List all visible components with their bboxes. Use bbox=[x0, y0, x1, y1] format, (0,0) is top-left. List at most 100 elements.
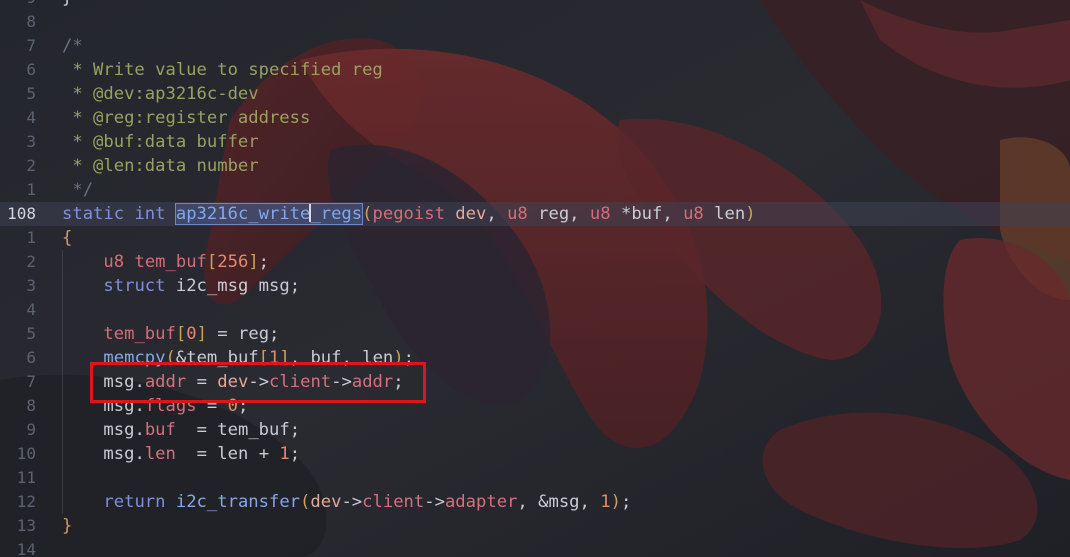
code-line[interactable]: 6 * Write value to specified reg bbox=[0, 58, 1070, 82]
line-number: 11 bbox=[16, 468, 36, 487]
comment-text: * Write value to specified reg bbox=[62, 60, 383, 80]
code-line[interactable]: 4 bbox=[0, 298, 1070, 322]
line-number: 8 bbox=[26, 12, 36, 31]
punctuation-token: . bbox=[134, 420, 145, 440]
punctuation-token: ) bbox=[745, 204, 756, 224]
identifier-token: msg bbox=[103, 396, 135, 416]
type-token: u8 bbox=[589, 204, 611, 224]
code-line[interactable]: 14 bbox=[0, 538, 1070, 557]
punctuation-token: ] bbox=[248, 252, 259, 272]
identifier-token: buf bbox=[310, 348, 342, 368]
identifier-token: msg bbox=[103, 372, 135, 392]
line-number: 2 bbox=[26, 156, 36, 175]
punctuation-token: + bbox=[258, 444, 270, 464]
identifier-token: tem_buf bbox=[186, 348, 259, 368]
comment-text: * @len:data number bbox=[62, 156, 259, 176]
comment-close: */ bbox=[62, 180, 94, 200]
text-cursor bbox=[309, 204, 312, 222]
code-text: } bbox=[62, 0, 72, 10]
operator-token: -> bbox=[424, 492, 445, 512]
identifier-token: i2c_msg bbox=[175, 276, 249, 296]
line-number: 7 bbox=[26, 372, 36, 391]
code-text: msg.addr = dev->client->addr; bbox=[62, 370, 403, 394]
field-token: client bbox=[269, 372, 332, 392]
keyword-token: struct bbox=[103, 276, 166, 296]
code-line[interactable]: 13 } bbox=[0, 514, 1070, 538]
close-brace: } bbox=[62, 516, 73, 536]
punctuation-token: ( bbox=[362, 204, 373, 224]
line-number: 13 bbox=[16, 516, 36, 535]
code-line[interactable]: 12 return i2c_transfer(dev->client->adap… bbox=[0, 490, 1070, 514]
code-text: msg.len = len + 1; bbox=[62, 442, 300, 466]
identifier-token: reg bbox=[538, 204, 570, 224]
code-editor[interactable]: 9 } 8 7 /* 6 * Write value to specified … bbox=[0, 0, 1070, 557]
code-line[interactable]: 3 * @buf:data buffer bbox=[0, 130, 1070, 154]
line-number: 6 bbox=[26, 60, 36, 79]
code-line[interactable]: 4 * @reg:register address bbox=[0, 106, 1070, 130]
field-token: adapter bbox=[444, 492, 518, 512]
code-line[interactable]: 7 msg.addr = dev->client->addr; bbox=[0, 370, 1070, 394]
punctuation-token: . bbox=[134, 396, 145, 416]
field-token: flags bbox=[144, 396, 197, 416]
line-number: 1 bbox=[26, 180, 36, 199]
identifier-token: reg bbox=[238, 324, 270, 344]
code-line[interactable]: 7 /* bbox=[0, 34, 1070, 58]
punctuation-token: & bbox=[175, 348, 187, 368]
code-line[interactable]: 1 */ bbox=[0, 178, 1070, 202]
punctuation-token: = bbox=[217, 324, 228, 344]
line-number: 5 bbox=[26, 324, 36, 343]
code-line[interactable]: 2 * @len:data number bbox=[0, 154, 1070, 178]
code-text: memcpy(&tem_buf[1], buf, len); bbox=[62, 346, 414, 370]
line-number: 8 bbox=[26, 396, 36, 415]
type-token: u8 bbox=[683, 204, 704, 224]
identifier-token: len bbox=[714, 204, 746, 224]
code-line[interactable]: 2 u8 tem_buf[256]; bbox=[0, 250, 1070, 274]
line-number: 9 bbox=[26, 420, 36, 439]
code-line[interactable]: 10 msg.len = len + 1; bbox=[0, 442, 1070, 466]
line-number: 7 bbox=[26, 36, 36, 55]
code-line[interactable]: 6 memcpy(&tem_buf[1], buf, len); bbox=[0, 346, 1070, 370]
line-number: 3 bbox=[26, 132, 36, 151]
code-line[interactable]: 8 bbox=[0, 10, 1070, 34]
line-number: 1 bbox=[26, 228, 36, 247]
punctuation-token: ; bbox=[289, 420, 301, 440]
code-line[interactable]: 9 } bbox=[0, 0, 1070, 10]
punctuation-token: ; bbox=[620, 492, 632, 512]
selected-function-name: ap3216c_write_regs bbox=[174, 203, 364, 225]
punctuation-token: . bbox=[134, 372, 145, 392]
operator-token: -> bbox=[248, 372, 270, 392]
code-line[interactable]: 9 msg.buf = tem_buf; bbox=[0, 418, 1070, 442]
punctuation-token: ] bbox=[279, 348, 290, 368]
field-token: addr bbox=[144, 372, 187, 392]
type-token: u8 bbox=[507, 204, 528, 224]
code-line[interactable]: 5 tem_buf[0] = reg; bbox=[0, 322, 1070, 346]
function-call-token: memcpy bbox=[103, 348, 166, 368]
line-number: 4 bbox=[26, 108, 36, 127]
identifier-token: msg bbox=[548, 492, 580, 512]
comment-text: * @dev:ap3216c-dev bbox=[62, 84, 259, 104]
type-token: pegoist bbox=[372, 204, 445, 224]
current-code-line[interactable]: 108 static int ap3216c_write_regs(pegois… bbox=[0, 202, 1070, 226]
punctuation-token: ; bbox=[289, 276, 301, 296]
punctuation-token: * bbox=[620, 204, 632, 224]
keyword-token: int bbox=[134, 204, 166, 224]
operator-token: -> bbox=[341, 492, 363, 512]
punctuation-token: = bbox=[196, 444, 207, 464]
identifier-token: len bbox=[362, 348, 394, 368]
line-number: 4 bbox=[26, 300, 36, 319]
punctuation-token: ( bbox=[165, 348, 176, 368]
type-token: u8 bbox=[103, 252, 125, 272]
punctuation-token: ; bbox=[269, 324, 280, 344]
identifier-token: tem_buf bbox=[103, 324, 176, 344]
indent-guide bbox=[62, 466, 63, 490]
code-line[interactable]: 8 msg.flags = 0; bbox=[0, 394, 1070, 418]
code-line[interactable]: 5 * @dev:ap3216c-dev bbox=[0, 82, 1070, 106]
punctuation-token: [ bbox=[175, 324, 187, 344]
field-token: buf bbox=[144, 420, 176, 440]
code-line[interactable]: 1 { bbox=[0, 226, 1070, 250]
code-text: return i2c_transfer(dev->client->adapter… bbox=[62, 490, 631, 514]
code-line[interactable]: 11 bbox=[0, 466, 1070, 490]
punctuation-token: ; bbox=[289, 444, 301, 464]
code-text: tem_buf[0] = reg; bbox=[62, 322, 279, 346]
code-line[interactable]: 3 struct i2c_msg msg; bbox=[0, 274, 1070, 298]
